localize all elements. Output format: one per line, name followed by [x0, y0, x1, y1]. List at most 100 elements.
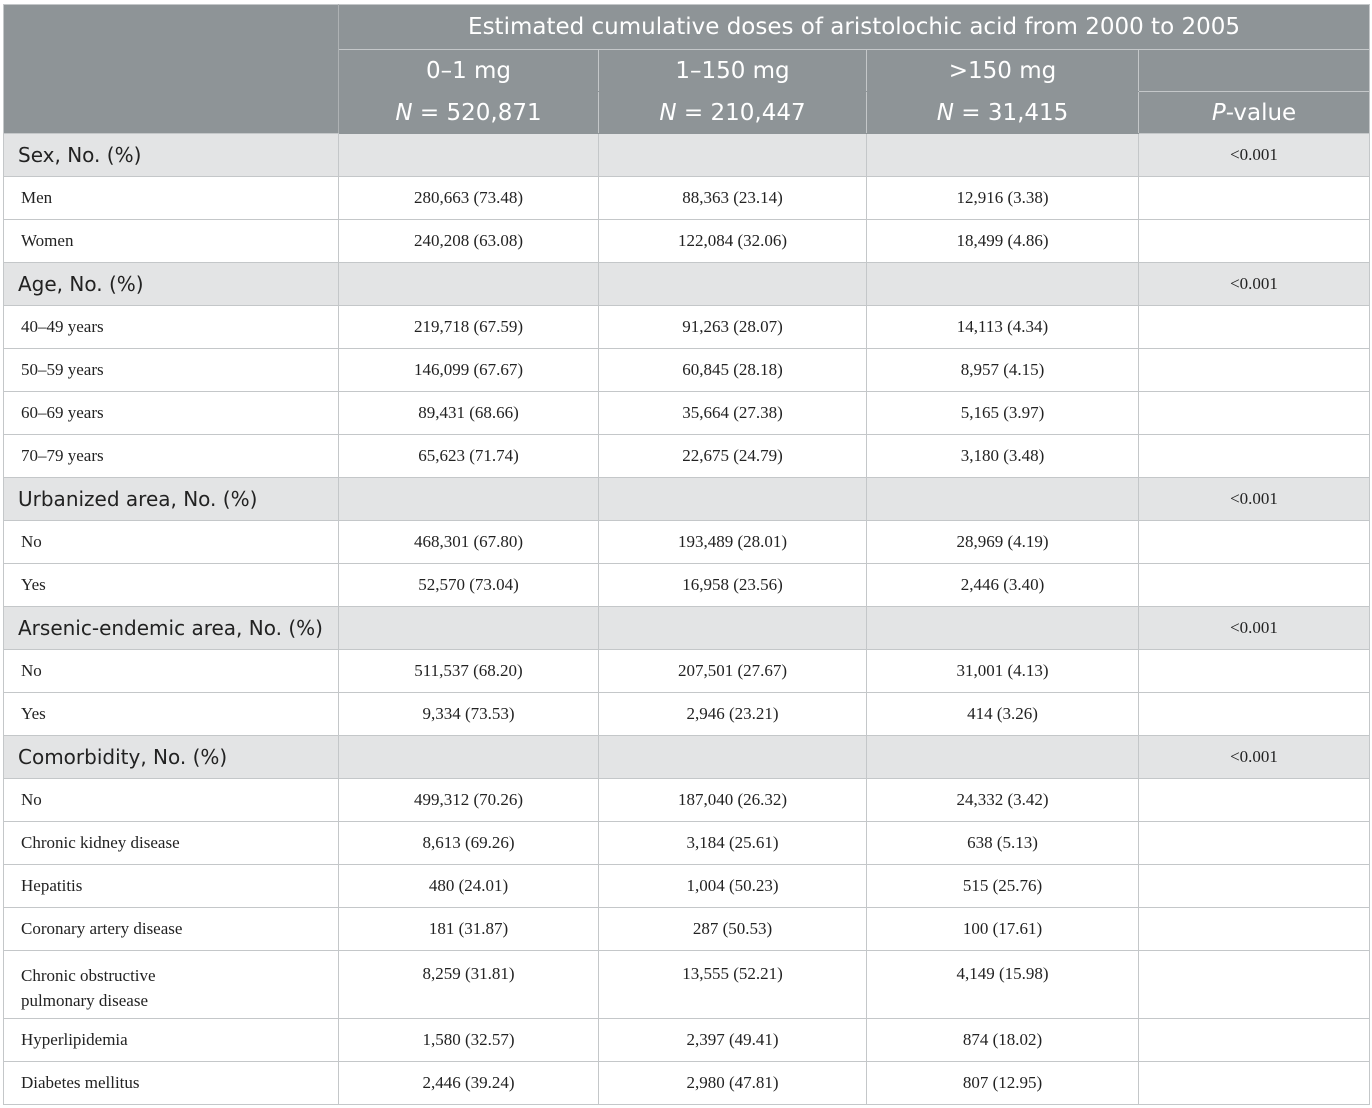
n-symbol: N	[659, 99, 677, 126]
row-label: Hepatitis	[3, 864, 339, 908]
row-label: 70–79 years	[3, 434, 339, 478]
table-row: Yes 9,334 (73.53) 2,946 (23.21) 414 (3.26)	[3, 692, 1371, 736]
cell-dose-2: 60,845 (28.18)	[598, 348, 867, 392]
data-table: Estimated cumulative doses of aristoloch…	[3, 4, 1371, 1105]
section-row: Sex, No. (%) <0.001	[3, 133, 1371, 177]
header-n-3: N = 31,415	[866, 91, 1139, 134]
section-empty-cell	[598, 477, 867, 521]
cell-dose-1: 2,446 (39.24)	[338, 1061, 599, 1105]
cell-dose-1: 511,537 (68.20)	[338, 649, 599, 693]
cell-dose-2: 1,004 (50.23)	[598, 864, 867, 908]
section-empty-cell	[338, 735, 599, 779]
table-row: Hepatitis 480 (24.01) 1,004 (50.23) 515 (25…	[3, 864, 1371, 908]
cell-dose-3: 100 (17.61)	[866, 907, 1139, 951]
cell-dose-3: 31,001 (4.13)	[866, 649, 1139, 693]
row-label: Chronic kidney disease	[3, 821, 339, 865]
row-label: Yes	[3, 563, 339, 607]
cell-dose-3: 807 (12.95)	[866, 1061, 1139, 1105]
cell-dose-1: 8,613 (69.26)	[338, 821, 599, 865]
section-p-value: <0.001	[1137, 133, 1371, 177]
header-dose-range-3: >150 mg	[866, 49, 1139, 92]
table-row: Hyperlipidemia 1,580 (32.57) 2,397 (49.41)…	[3, 1018, 1371, 1062]
cell-dose-2: 3,184 (25.61)	[598, 821, 867, 865]
cell-p-value-empty	[1137, 219, 1371, 263]
cell-dose-3: 14,113 (4.34)	[866, 305, 1139, 349]
cell-dose-2: 122,084 (32.06)	[598, 219, 867, 263]
section-empty-cell	[866, 606, 1139, 650]
row-label: Yes	[3, 692, 339, 736]
section-label: Sex, No. (%)	[3, 133, 339, 177]
table-row: 50–59 years 146,099 (67.67) 60,845 (28.18)…	[3, 348, 1371, 392]
n-value: = 520,871	[419, 99, 542, 126]
cell-p-value-empty	[1137, 176, 1371, 220]
cell-p-value-empty	[1137, 348, 1371, 392]
section-empty-cell	[338, 606, 599, 650]
table-row: Chronic kidney disease 8,613 (69.26) 3,184…	[3, 821, 1371, 865]
cell-dose-3: 638 (5.13)	[866, 821, 1139, 865]
section-empty-cell	[598, 735, 867, 779]
cell-dose-1: 1,580 (32.57)	[338, 1018, 599, 1062]
row-label: No	[3, 778, 339, 822]
header-pvalue: P-value	[1137, 91, 1371, 134]
header-n-1: N = 520,871	[338, 91, 599, 134]
n-value: = 31,415	[961, 99, 1069, 126]
cell-dose-3: 24,332 (3.42)	[866, 778, 1139, 822]
row-label-line-2: pulmonary disease	[21, 991, 148, 1010]
cell-dose-3: 5,165 (3.97)	[866, 391, 1139, 435]
n-symbol: N	[936, 99, 954, 126]
table-row: Men 280,663 (73.48) 88,363 (23.14) 12,916 (…	[3, 176, 1371, 220]
cell-p-value-empty	[1137, 649, 1371, 693]
cell-p-value-empty	[1137, 305, 1371, 349]
section-empty-cell	[338, 477, 599, 521]
row-label: Coronary artery disease	[3, 907, 339, 951]
table-row: Chronic obstructive pulmonary disease 8,25…	[3, 950, 1371, 1019]
section-empty-cell	[866, 133, 1139, 177]
cell-dose-2: 287 (50.53)	[598, 907, 867, 951]
table-row: Women 240,208 (63.08) 122,084 (32.06) 18,49…	[3, 219, 1371, 263]
cell-dose-1: 52,570 (73.04)	[338, 563, 599, 607]
cell-p-value-empty	[1137, 950, 1371, 1019]
table-row: No 511,537 (68.20) 207,501 (27.67) 31,001 (…	[3, 649, 1371, 693]
cell-p-value-empty	[1137, 692, 1371, 736]
section-row: Comorbidity, No. (%) <0.001	[3, 735, 1371, 779]
row-label: No	[3, 649, 339, 693]
cell-p-value-empty	[1137, 907, 1371, 951]
section-p-value: <0.001	[1137, 477, 1371, 521]
n-symbol: N	[395, 99, 413, 126]
table-row: 40–49 years 219,718 (67.59) 91,263 (28.07)…	[3, 305, 1371, 349]
section-empty-cell	[338, 262, 599, 306]
cell-dose-3: 414 (3.26)	[866, 692, 1139, 736]
section-p-value: <0.001	[1137, 606, 1371, 650]
cell-p-value-empty	[1137, 864, 1371, 908]
table-body: Sex, No. (%) <0.001 Men 280,663 (73.48) 88,3…	[3, 133, 1371, 1105]
cell-p-value-empty	[1137, 391, 1371, 435]
section-empty-cell	[598, 262, 867, 306]
cell-dose-3: 4,149 (15.98)	[866, 950, 1139, 1019]
section-empty-cell	[598, 606, 867, 650]
cell-dose-1: 9,334 (73.53)	[338, 692, 599, 736]
cell-p-value-empty	[1137, 821, 1371, 865]
cell-dose-1: 219,718 (67.59)	[338, 305, 599, 349]
cell-dose-2: 16,958 (23.56)	[598, 563, 867, 607]
cell-dose-3: 8,957 (4.15)	[866, 348, 1139, 392]
section-empty-cell	[598, 133, 867, 177]
table-row: 60–69 years 89,431 (68.66) 35,664 (27.38) 5…	[3, 391, 1371, 435]
header-n-2: N = 210,447	[598, 91, 867, 134]
table-row: 70–79 years 65,623 (71.74) 22,675 (24.79) 3…	[3, 434, 1371, 478]
cell-dose-2: 2,946 (23.21)	[598, 692, 867, 736]
cell-dose-2: 22,675 (24.79)	[598, 434, 867, 478]
row-label: 40–49 years	[3, 305, 339, 349]
cell-dose-2: 187,040 (26.32)	[598, 778, 867, 822]
cell-dose-2: 193,489 (28.01)	[598, 520, 867, 564]
row-label: Men	[3, 176, 339, 220]
table-row: No 499,312 (70.26) 187,040 (26.32) 24,332 (…	[3, 778, 1371, 822]
cell-dose-3: 12,916 (3.38)	[866, 176, 1139, 220]
table-row: Yes 52,570 (73.04) 16,958 (23.56) 2,446 (3.…	[3, 563, 1371, 607]
row-label: 50–59 years	[3, 348, 339, 392]
cell-dose-1: 468,301 (67.80)	[338, 520, 599, 564]
cell-p-value-empty	[1137, 434, 1371, 478]
cell-p-value-empty	[1137, 563, 1371, 607]
header-dose-range-2: 1–150 mg	[598, 49, 867, 92]
section-empty-cell	[866, 735, 1139, 779]
section-label: Comorbidity, No. (%)	[3, 735, 339, 779]
